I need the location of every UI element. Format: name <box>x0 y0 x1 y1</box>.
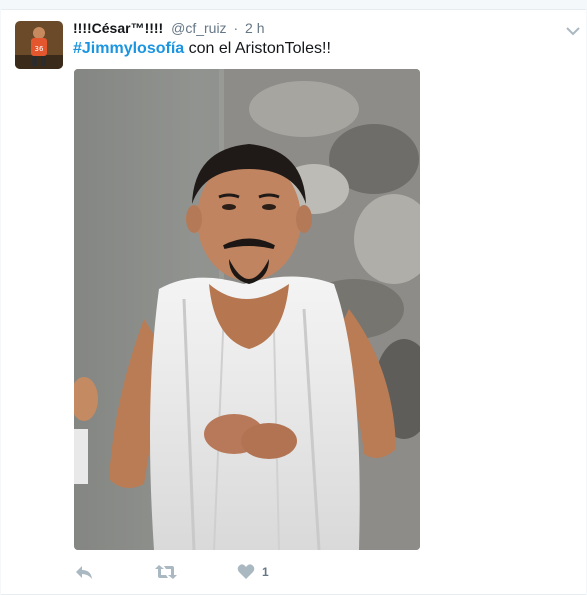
tweet-timestamp[interactable]: 2 h <box>245 20 264 36</box>
hashtag-link[interactable]: #Jimmylosofía <box>73 40 184 57</box>
tweet-photo[interactable] <box>74 69 420 550</box>
reply-icon[interactable] <box>74 563 94 586</box>
display-name[interactable]: !!!!César™!!!! <box>73 20 163 36</box>
like-count: 1 <box>262 565 269 579</box>
avatar-shirt-number: 36 <box>35 45 44 53</box>
heart-icon[interactable] <box>237 563 255 586</box>
avatar[interactable]: 36 <box>15 21 63 69</box>
user-handle[interactable]: @cf_ruiz <box>171 20 226 36</box>
tweet-card[interactable]: 36 !!!!César™!!!! @cf_ruiz · 2 h #Jimmyl… <box>1 9 586 595</box>
retweet-icon[interactable] <box>154 563 178 586</box>
chevron-down-icon[interactable] <box>566 23 580 41</box>
tweet-header: !!!!César™!!!! @cf_ruiz · 2 h <box>73 19 264 37</box>
separator-dot: · <box>233 20 239 36</box>
tweet-text: #Jimmylosofía con el AristonToles!! <box>73 38 331 60</box>
tweet-text-body: con el AristonToles!! <box>184 40 331 57</box>
